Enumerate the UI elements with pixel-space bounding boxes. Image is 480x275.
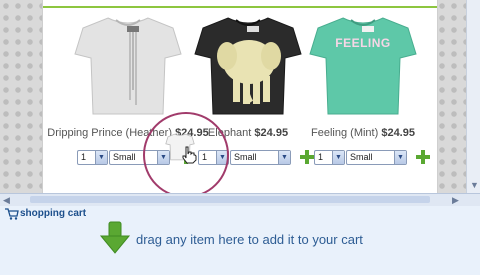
shirt-print-text: FEELING (335, 36, 391, 50)
vertical-scrollbar[interactable]: ▼ (466, 0, 480, 193)
size-select[interactable]: Small ▼ (230, 150, 291, 165)
product-name: Feeling (Mint) (311, 127, 379, 139)
chevron-down-icon[interactable]: ▼ (278, 151, 290, 164)
down-arrow-icon (99, 221, 131, 254)
chevron-down-icon[interactable]: ▼ (332, 151, 344, 164)
tshirt-image[interactable] (73, 10, 183, 122)
scroll-left-arrow-icon[interactable]: ◀ (3, 194, 10, 206)
tshirt-image[interactable] (308, 10, 418, 122)
cart-icon (5, 208, 19, 220)
hand-cursor-icon (182, 146, 197, 164)
product-item-feeling[interactable]: FEELING Feeling (Mint) $24.95 1 ▼ Small ▼ (298, 10, 430, 170)
chevron-down-icon[interactable]: ▼ (95, 151, 107, 164)
plus-icon[interactable] (416, 150, 430, 164)
product-catalog: Dripping Prince (Heather) $24.95 1 ▼ Smal… (42, 0, 438, 198)
scrollbar-thumb[interactable] (30, 196, 430, 203)
scroll-right-arrow-icon[interactable]: ▶ (452, 194, 459, 206)
quantity-select[interactable]: 1 ▼ (314, 150, 345, 165)
product-controls: 1 ▼ Small ▼ (298, 150, 430, 168)
cart-header: shopping cart (0, 206, 480, 222)
product-price: $24.95 (381, 127, 415, 139)
size-select[interactable]: Small ▼ (346, 150, 407, 165)
chevron-down-icon[interactable]: ▼ (394, 151, 406, 164)
cart-title: shopping cart (20, 208, 87, 219)
product-label: Feeling (Mint) $24.95 (278, 127, 448, 139)
shopping-cart-panel[interactable]: shopping cart drag any item here to add … (0, 206, 480, 275)
tshirt-image[interactable] (193, 10, 303, 122)
horizontal-scrollbar[interactable]: ◀ ▶ (0, 193, 480, 207)
scroll-down-arrow-icon[interactable]: ▼ (470, 180, 479, 190)
background-pattern-left (0, 0, 42, 193)
drag-highlight-circle (143, 112, 229, 198)
cart-drop-hint: drag any item here to add it to your car… (136, 232, 363, 247)
quantity-select[interactable]: 1 ▼ (77, 150, 108, 165)
header-divider (43, 6, 437, 8)
